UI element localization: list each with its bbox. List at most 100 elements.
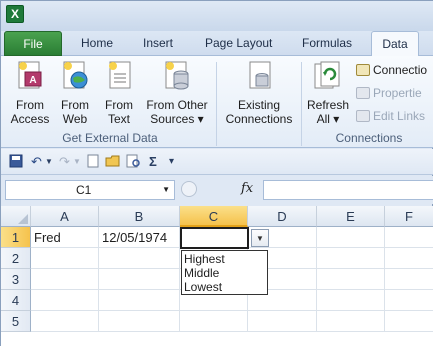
cell[interactable] bbox=[180, 311, 248, 332]
cell[interactable] bbox=[317, 290, 385, 311]
text-file-icon bbox=[109, 61, 131, 89]
validation-dropdown-list: Highest Middle Lowest bbox=[181, 250, 268, 295]
connections-button[interactable]: Connectio bbox=[356, 62, 427, 78]
name-box[interactable]: C1 ▼ bbox=[5, 180, 175, 200]
print-preview-icon[interactable] bbox=[126, 154, 142, 170]
cell[interactable] bbox=[99, 290, 180, 311]
insert-function-icon[interactable]: fx bbox=[241, 181, 253, 196]
ribbon: A From Access From Web From Text From Ot… bbox=[1, 56, 433, 148]
worksheet-grid: A B C D E F 1 2 3 4 5 Fred 12/05/1974 ▼ … bbox=[1, 206, 433, 347]
cell[interactable] bbox=[385, 290, 433, 311]
excel-window: X File Home Insert Page Layout Formulas … bbox=[0, 0, 433, 347]
connections-icon bbox=[356, 64, 370, 76]
cell[interactable] bbox=[317, 311, 385, 332]
formula-input[interactable] bbox=[263, 180, 433, 200]
cell[interactable] bbox=[99, 269, 180, 290]
active-cell-c1[interactable] bbox=[180, 227, 249, 249]
column-header-a[interactable]: A bbox=[31, 206, 99, 227]
edit-links-label: Edit Links bbox=[373, 109, 426, 123]
name-box-value: C1 bbox=[76, 183, 92, 197]
cell[interactable] bbox=[99, 311, 180, 332]
tab-file[interactable]: File bbox=[4, 31, 62, 56]
cell[interactable] bbox=[317, 269, 385, 290]
column-header-f[interactable]: F bbox=[385, 206, 433, 227]
cell-b1[interactable]: 12/05/1974 bbox=[99, 227, 180, 248]
access-icon: A bbox=[18, 61, 42, 89]
tab-data[interactable]: Data bbox=[371, 31, 419, 57]
cell[interactable] bbox=[248, 311, 317, 332]
column-header-b[interactable]: B bbox=[99, 206, 180, 227]
other-sources-icon bbox=[165, 61, 189, 90]
cell[interactable] bbox=[31, 311, 99, 332]
title-bar: X bbox=[1, 1, 433, 31]
refresh-label-1: Refresh bbox=[306, 98, 350, 112]
select-all-corner[interactable] bbox=[1, 206, 31, 227]
customize-qat-icon[interactable]: ▾ bbox=[169, 154, 174, 170]
column-header-d[interactable]: D bbox=[248, 206, 317, 227]
row-header-3[interactable]: 3 bbox=[1, 269, 31, 290]
select-all-icon bbox=[18, 214, 28, 224]
edit-links-button[interactable]: Edit Links bbox=[356, 108, 425, 124]
undo-dropdown-icon[interactable]: ▼ bbox=[45, 154, 53, 170]
tab-home[interactable]: Home bbox=[81, 31, 113, 56]
existing-label-1: Existing bbox=[237, 98, 281, 112]
tab-page-layout[interactable]: Page Layout bbox=[205, 31, 272, 56]
dropdown-option-middle[interactable]: Middle bbox=[182, 266, 267, 280]
refresh-icon bbox=[314, 61, 340, 89]
from-web-label-2: Web bbox=[62, 112, 88, 126]
from-other-label-1: From Other bbox=[146, 98, 208, 112]
cell[interactable] bbox=[99, 248, 180, 269]
existing-label-2: Connections bbox=[225, 112, 293, 126]
from-web-button[interactable]: From Web bbox=[53, 60, 97, 126]
existing-connections-icon bbox=[249, 61, 271, 89]
link-icon bbox=[356, 110, 370, 122]
cell-a1[interactable]: Fred bbox=[31, 227, 99, 248]
existing-connections-button[interactable]: Existing Connections bbox=[220, 60, 298, 126]
from-other-sources-button[interactable]: From Other Sources ▾ bbox=[141, 60, 213, 126]
cell-f1[interactable] bbox=[385, 227, 433, 248]
cell[interactable] bbox=[317, 248, 385, 269]
properties-button[interactable]: Propertie bbox=[356, 85, 422, 101]
cell[interactable] bbox=[385, 248, 433, 269]
row-header-2[interactable]: 2 bbox=[1, 248, 31, 269]
cell[interactable] bbox=[31, 248, 99, 269]
refresh-all-button[interactable]: Refresh All ▾ bbox=[304, 60, 352, 126]
column-header-c[interactable]: C bbox=[180, 206, 248, 227]
cell[interactable] bbox=[31, 269, 99, 290]
validation-dropdown-icon[interactable]: ▼ bbox=[251, 229, 269, 247]
cell-e1[interactable] bbox=[317, 227, 385, 248]
properties-label: Propertie bbox=[373, 86, 422, 100]
row-header-4[interactable]: 4 bbox=[1, 290, 31, 311]
new-file-icon[interactable] bbox=[87, 154, 99, 170]
cell[interactable] bbox=[385, 269, 433, 290]
autosum-icon[interactable]: Σ bbox=[149, 154, 157, 170]
from-web-label-1: From bbox=[61, 98, 89, 112]
redo-dropdown-icon[interactable]: ▼ bbox=[73, 154, 81, 170]
expand-formula-icon[interactable] bbox=[181, 181, 197, 197]
formula-bar: C1 ▼ fx bbox=[1, 176, 433, 204]
ribbon-tabs: File Home Insert Page Layout Formulas Da… bbox=[1, 31, 433, 57]
group-connections: Connections bbox=[335, 131, 403, 145]
from-text-button[interactable]: From Text bbox=[98, 60, 140, 126]
row-header-1[interactable]: 1 bbox=[1, 227, 31, 248]
tab-formulas[interactable]: Formulas bbox=[302, 31, 352, 56]
tab-insert[interactable]: Insert bbox=[143, 31, 173, 56]
from-access-button[interactable]: A From Access bbox=[7, 60, 53, 126]
column-header-e[interactable]: E bbox=[317, 206, 385, 227]
open-folder-icon[interactable] bbox=[105, 154, 121, 170]
connections-label: Connectio bbox=[373, 63, 428, 77]
cell[interactable] bbox=[31, 290, 99, 311]
cell[interactable] bbox=[385, 311, 433, 332]
name-box-dropdown-icon[interactable]: ▼ bbox=[162, 181, 170, 199]
save-icon[interactable] bbox=[9, 154, 23, 170]
from-text-label-2: Text bbox=[107, 112, 130, 126]
row-header-5[interactable]: 5 bbox=[1, 311, 31, 332]
excel-logo-icon[interactable]: X bbox=[6, 5, 24, 23]
undo-icon[interactable]: ↶ bbox=[31, 154, 42, 170]
group-get-external-data: Get External Data bbox=[62, 131, 158, 145]
dropdown-option-lowest[interactable]: Lowest bbox=[182, 280, 267, 294]
from-access-label-2: Access bbox=[10, 112, 50, 126]
dropdown-option-highest[interactable]: Highest bbox=[182, 252, 267, 266]
redo-icon[interactable]: ↷ bbox=[59, 154, 70, 170]
svg-text:A: A bbox=[29, 75, 36, 86]
